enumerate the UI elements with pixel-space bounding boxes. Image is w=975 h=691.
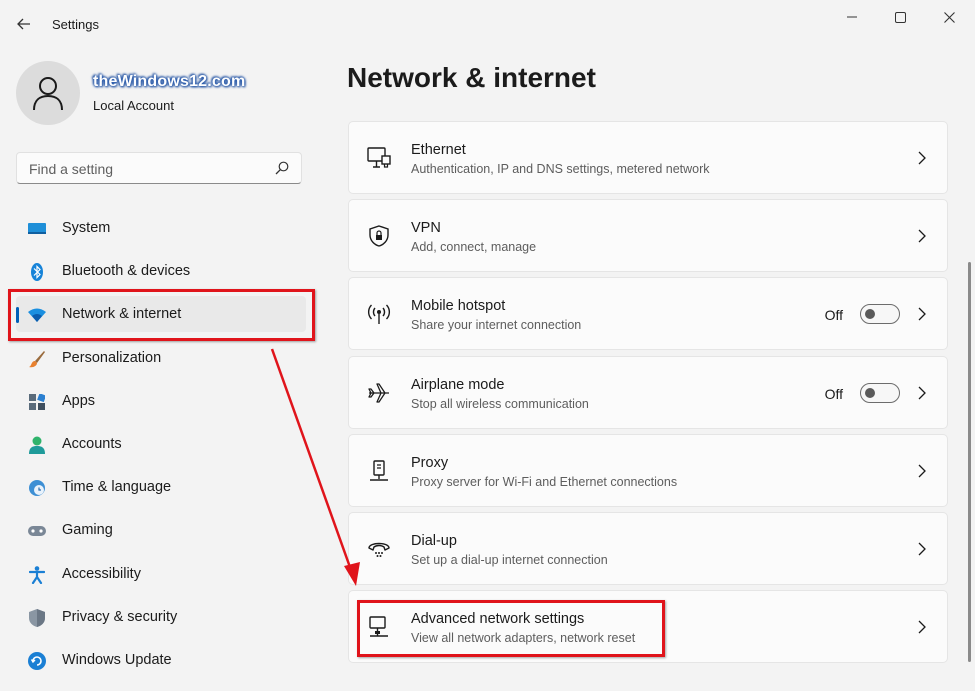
airplane-icon [367,381,391,405]
sidebar-item-privacy-security[interactable]: Privacy & security [16,599,306,635]
sidebar-item-system[interactable]: System [16,210,306,246]
app-title: Settings [52,17,99,32]
chevron-right-icon [918,229,926,243]
chevron-right-icon [918,620,926,634]
card-title: Advanced network settings [411,611,585,627]
mobile-hotspot-toggle[interactable] [860,304,900,324]
card-title: Proxy [411,455,449,471]
card-title: Airplane mode [411,377,505,393]
sidebar-item-label: Accounts [62,435,122,452]
dial-up-card[interactable]: Dial-up Set up a dial-up internet connec… [348,512,948,585]
hotspot-icon [367,302,391,326]
sidebar-item-label: Apps [62,392,96,409]
title-bar: Settings [0,0,975,48]
card-subtitle: Set up a dial-up internet connection [411,553,608,567]
card-subtitle: Authentication, IP and DNS settings, met… [411,162,710,176]
globe-clock-icon [28,479,46,497]
sidebar-item-windows-update[interactable]: Windows Update [16,642,306,678]
sidebar-item-label: Network & internet [62,306,182,323]
chevron-right-icon [918,542,926,556]
sidebar-nav: System Bluetooth & devices Network & int… [16,210,306,685]
vpn-card[interactable]: VPN Add, connect, manage [348,199,948,272]
card-subtitle: Share your internet connection [411,318,582,332]
chevron-right-icon [918,464,926,478]
advanced-network-settings-card[interactable]: Advanced network settings View all netwo… [348,590,948,663]
sidebar-item-label: Time & language [62,479,172,496]
close-button[interactable] [926,4,972,30]
airplane-mode-card[interactable]: Airplane mode Stop all wireless communic… [348,356,948,429]
sidebar-item-label: Bluetooth & devices [62,263,191,280]
card-subtitle: Add, connect, manage [411,240,537,254]
scrollbar[interactable] [968,262,971,662]
mobile-hotspot-card[interactable]: Mobile hotspot Share your internet conne… [348,277,948,350]
card-subtitle: View all network adapters, network reset [411,631,636,645]
chevron-right-icon [918,307,926,321]
vpn-shield-icon [367,224,391,248]
toggle-state-label: Off [824,386,843,402]
sidebar-item-gaming[interactable]: Gaming [16,512,306,548]
apps-icon [28,393,46,411]
proxy-card[interactable]: Proxy Proxy server for Wi-Fi and Etherne… [348,434,948,507]
sidebar-item-label: Privacy & security [62,608,178,625]
chevron-right-icon [918,386,926,400]
card-title: Mobile hotspot [411,298,506,314]
minimize-icon [847,16,857,18]
ethernet-icon [367,146,391,170]
sidebar-item-label: Gaming [62,522,113,539]
toggle-knob [865,309,875,319]
airplane-mode-toggle[interactable] [860,383,900,403]
page-title: Network & internet [347,62,596,93]
sidebar-item-bluetooth[interactable]: Bluetooth & devices [16,253,306,289]
minimize-button[interactable] [829,4,875,30]
sidebar-item-label: System [62,220,111,236]
card-subtitle: Proxy server for Wi-Fi and Ethernet conn… [411,475,678,489]
avatar[interactable] [16,61,80,125]
chevron-right-icon [918,151,926,165]
proxy-icon [367,459,391,483]
maximize-icon [894,11,906,23]
sidebar-item-time-language[interactable]: Time & language [16,469,306,505]
dialup-icon [367,537,391,561]
gamepad-icon [28,522,46,540]
person-icon [33,77,63,111]
arrow-left-icon [17,18,30,30]
bluetooth-icon [28,263,46,282]
sidebar-item-personalization[interactable]: Personalization [16,340,306,376]
toggle-knob [865,388,875,398]
back-button[interactable] [12,12,36,36]
search-box[interactable] [16,152,302,185]
card-title: Dial-up [411,533,457,549]
sidebar-item-label: Windows Update [62,651,172,668]
sidebar-item-network[interactable]: Network & internet [16,296,306,333]
wifi-icon [28,306,46,324]
sidebar-item-accessibility[interactable]: Accessibility [16,556,306,592]
close-icon [943,11,955,23]
account-name: theWindows12.com [93,73,246,90]
sidebar-item-label: Accessibility [62,565,141,582]
sidebar-item-label: Personalization [62,349,162,366]
search-icon[interactable] [275,161,289,175]
accessibility-icon [28,565,46,584]
shield-icon [28,608,46,627]
sidebar-item-apps[interactable]: Apps [16,383,306,419]
update-icon [28,651,46,670]
card-title: Ethernet [411,142,466,158]
brush-icon [28,350,46,368]
person-icon [28,436,46,454]
card-title: VPN [411,220,441,236]
card-subtitle: Stop all wireless communication [411,397,589,411]
toggle-state-label: Off [824,307,843,323]
search-input[interactable] [27,153,271,185]
network-adapter-icon [367,615,391,639]
account-type: Local Account [93,98,174,113]
ethernet-card[interactable]: Ethernet Authentication, IP and DNS sett… [348,121,948,194]
sidebar-item-accounts[interactable]: Accounts [16,426,306,462]
monitor-icon [28,220,46,238]
maximize-button[interactable] [877,4,923,30]
